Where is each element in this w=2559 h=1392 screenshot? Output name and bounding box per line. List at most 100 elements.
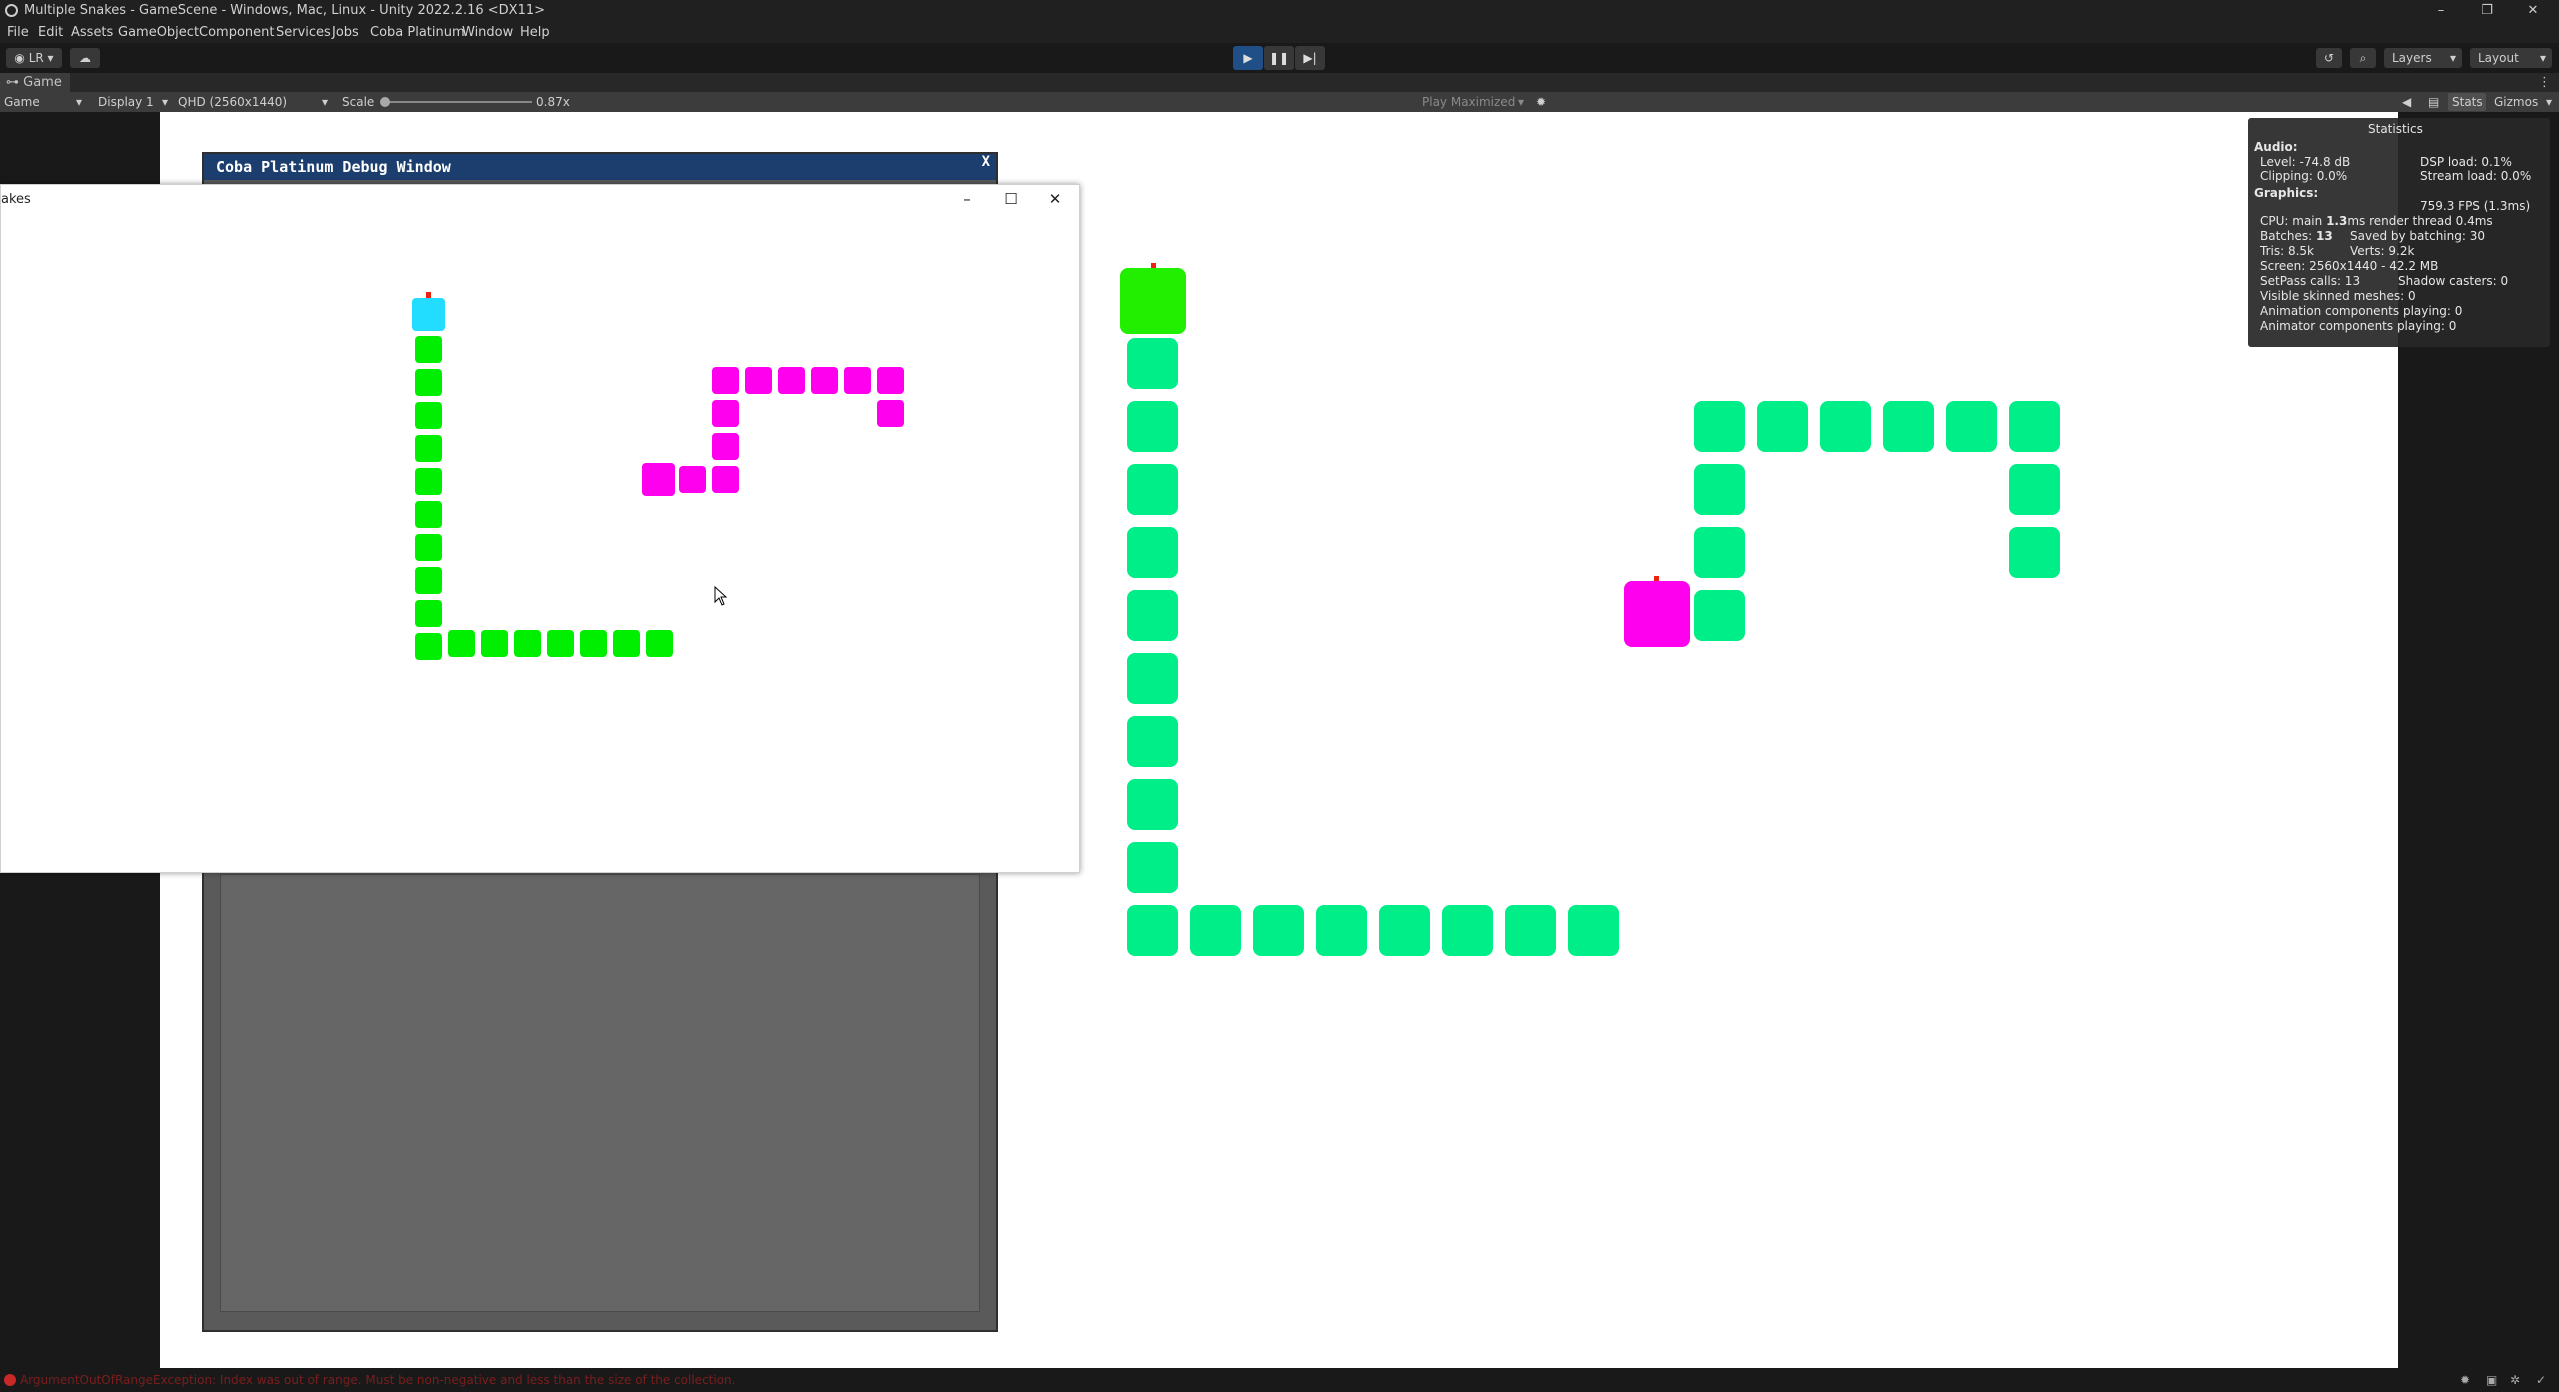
scale-value: 0.87x: [536, 95, 570, 109]
snake-segment: [778, 367, 805, 394]
view-dropdown[interactable]: Game: [4, 92, 40, 112]
chevron-down-icon: ▾: [322, 95, 329, 109]
account-dropdown[interactable]: ◉ LR ▾: [6, 48, 62, 68]
title-bar: Multiple Snakes - GameScene - Windows, M…: [0, 0, 2559, 22]
menu-services[interactable]: Services: [276, 22, 331, 43]
stats-layout-icon[interactable]: ▤: [2428, 92, 2439, 112]
play-icon: ▶: [1243, 51, 1253, 65]
stats-animator-components: Animator components playing: 0: [2260, 319, 2457, 333]
scale-slider-track[interactable]: [382, 101, 532, 103]
menu-jobs[interactable]: Jobs: [332, 22, 359, 43]
snake-segment: [415, 435, 442, 462]
tab-game[interactable]: ⊶ Game: [0, 73, 70, 92]
menu-window[interactable]: Window: [462, 22, 513, 43]
snake-segment: [844, 367, 871, 394]
mute-audio-icon[interactable]: ◀: [2402, 92, 2411, 112]
stats-stream-load: Stream load: 0.0%: [2420, 169, 2532, 183]
stats-graphics-label: Graphics:: [2254, 186, 2319, 200]
scale-slider-thumb[interactable]: [380, 97, 390, 107]
stats-dsp-load: DSP load: 0.1%: [2420, 155, 2512, 169]
stats-audio-label: Audio:: [2254, 140, 2298, 154]
bug-status-icon[interactable]: ✹: [2460, 1368, 2470, 1392]
snakes-window: akes – ☐ ✕: [0, 184, 1080, 873]
snake-segment: [1505, 905, 1556, 956]
snake-segment: [2009, 464, 2060, 515]
snake-segment: [745, 367, 772, 394]
error-message[interactable]: ArgumentOutOfRangeException: Index was o…: [20, 1368, 735, 1392]
debug-content-panel: [220, 874, 980, 1312]
snake-segment: [1127, 779, 1178, 830]
snake-segment: [415, 600, 442, 627]
layers-dropdown[interactable]: Layers ▾: [2384, 48, 2462, 68]
error-icon: [4, 1374, 16, 1386]
snake-segment: [1127, 590, 1178, 641]
snake-segment: [547, 630, 574, 657]
stats-level: Level: -74.8 dB: [2260, 155, 2351, 169]
snake-segment: [712, 400, 739, 427]
snake-segment: [514, 630, 541, 657]
debug-window-title[interactable]: Coba Platinum Debug Window: [204, 154, 996, 180]
debug-close-button[interactable]: X: [982, 154, 990, 170]
menu-help[interactable]: Help: [520, 22, 550, 43]
snake-segment: [1127, 464, 1178, 515]
pause-icon: ❚❚: [1268, 51, 1290, 65]
snake-segment: [1568, 905, 1619, 956]
snake-segment: [1127, 716, 1178, 767]
stats-batches: Batches: 13: [2260, 229, 2333, 243]
stats-fps: 759.3 FPS (1.3ms): [2420, 199, 2531, 213]
stats-saved-by-batching: Saved by batching: 30: [2350, 229, 2485, 243]
snake-segment: [415, 336, 442, 363]
window-title: Multiple Snakes - GameScene - Windows, M…: [24, 3, 546, 18]
snake-segment: [679, 466, 706, 493]
menu-assets[interactable]: Assets: [71, 22, 113, 43]
snake-segment: [1442, 905, 1493, 956]
play-mode-dropdown[interactable]: Play Maximized: [1422, 92, 1515, 112]
snake-segment: [1379, 905, 1430, 956]
network-icon[interactable]: ▣: [2486, 1368, 2497, 1392]
stats-cpu: CPU: main 1.3ms render thread 0.4ms: [2260, 214, 2493, 228]
snake-segment: [712, 466, 739, 493]
gizmos-dropdown[interactable]: Gizmos: [2494, 92, 2538, 112]
snake-segment: [1127, 842, 1178, 893]
snake-segment: [481, 630, 508, 657]
close-button[interactable]: ✕: [2510, 0, 2556, 22]
layout-dropdown[interactable]: Layout ▾: [2470, 48, 2552, 68]
stats-shadow-casters: Shadow casters: 0: [2398, 274, 2509, 288]
snake-segment: [877, 400, 904, 427]
step-button[interactable]: ▶|: [1295, 46, 1325, 70]
cloud-button[interactable]: ☁: [70, 48, 100, 68]
resolution-dropdown[interactable]: QHD (2560x1440): [178, 92, 287, 112]
play-button[interactable]: ▶: [1233, 46, 1263, 70]
snake-segment: [1694, 464, 1745, 515]
menu-edit[interactable]: Edit: [38, 22, 63, 43]
restore-button[interactable]: ❐: [2464, 0, 2510, 22]
menu-file[interactable]: File: [7, 22, 29, 43]
snake-segment: [613, 630, 640, 657]
menu-component[interactable]: Component: [199, 22, 274, 43]
display-dropdown[interactable]: Display 1: [98, 92, 154, 112]
menu-coba-platinum[interactable]: Coba Platinum: [370, 22, 465, 43]
pause-button[interactable]: ❚❚: [1264, 46, 1294, 70]
snake-segment: [1694, 527, 1745, 578]
snake-segment: [1127, 338, 1178, 389]
menu-gameobject[interactable]: GameObject: [118, 22, 199, 43]
more-options-icon[interactable]: ⋮: [2538, 73, 2551, 92]
check-icon[interactable]: ✓: [2536, 1368, 2546, 1392]
snake-segment: [712, 367, 739, 394]
snake-segment: [415, 534, 442, 561]
snake-segment: [1316, 905, 1367, 956]
stats-setpass: SetPass calls: 13: [2260, 274, 2361, 288]
stats-toggle[interactable]: Stats: [2452, 92, 2483, 112]
bug-icon[interactable]: ✹: [1536, 92, 1546, 112]
unity-logo-icon: [5, 4, 18, 17]
snake-segment: [2009, 401, 2060, 452]
chevron-down-icon: ▾: [162, 95, 169, 109]
auto-generate-icon[interactable]: ✲: [2510, 1368, 2520, 1392]
snakes-canvas[interactable]: [1, 185, 1081, 874]
chevron-down-icon: ▾: [2546, 95, 2553, 109]
minimize-button[interactable]: –: [2418, 0, 2464, 22]
search-button[interactable]: ⌕: [2350, 48, 2376, 68]
snake-segment: [1883, 401, 1934, 452]
search-icon: ⌕: [2359, 51, 2367, 65]
history-button[interactable]: ↺: [2316, 48, 2342, 68]
